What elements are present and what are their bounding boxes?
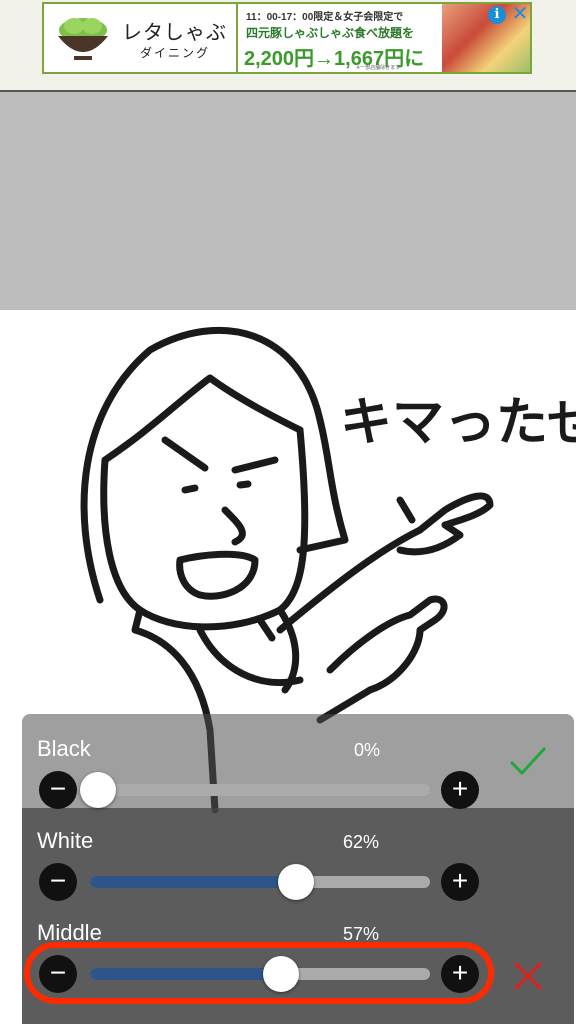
ad-offer-suffix: を xyxy=(402,26,415,40)
minus-icon: − xyxy=(49,865,67,896)
black-plus-button[interactable]: + xyxy=(441,771,479,809)
white-slider-fill xyxy=(90,876,297,888)
ad-offer-text: 四元豚しゃぶしゃぶ食べ放題 xyxy=(246,26,403,40)
ad-banner[interactable]: レタしゃぶ ダイニング 11：00-17：00限定＆女子会限定で 四元豚しゃぶし… xyxy=(42,2,532,74)
ad-brand-sub: ダイニング xyxy=(140,46,211,60)
plus-icon: + xyxy=(451,773,469,804)
lettuce-bowl-logo xyxy=(58,18,108,60)
white-minus-button[interactable]: − xyxy=(39,863,77,901)
white-percent: 62% xyxy=(343,832,380,852)
white-label: White xyxy=(37,828,94,853)
black-minus-button[interactable]: − xyxy=(39,771,77,809)
middle-slider-highlight xyxy=(24,942,494,1004)
cancel-x-icon[interactable] xyxy=(512,960,544,992)
white-plus-button[interactable]: + xyxy=(441,863,479,901)
minus-icon: − xyxy=(49,773,67,804)
sticker-caption: キマったぜ xyxy=(340,393,576,453)
ad-banner-area: レタしゃぶ ダイニング 11：00-17：00限定＆女子会限定で 四元豚しゃぶし… xyxy=(0,0,576,92)
ad-time-text: 11：00-17：00限定＆女子会限定で xyxy=(246,12,404,23)
ad-info-icon[interactable]: i xyxy=(488,6,506,24)
ad-close-icon[interactable]: ✕ xyxy=(510,4,530,24)
black-slider-knob[interactable] xyxy=(80,772,116,808)
ad-offer: 11：00-17：00限定＆女子会限定で 四元豚しゃぶしゃぶ食べ放題を 2,20… xyxy=(236,4,448,72)
ad-brand-name: レタしゃぶ xyxy=(122,22,227,44)
confirm-checkmark-icon[interactable] xyxy=(508,744,548,778)
black-slider-track[interactable] xyxy=(80,772,430,808)
black-percent: 0% xyxy=(354,740,381,760)
ad-offer-line: 四元豚しゃぶしゃぶ食べ放題を xyxy=(246,24,414,41)
levels-panel: Black 0% − + White 62% − + Middle 57% − … xyxy=(22,714,574,1024)
black-label: Black xyxy=(37,736,91,761)
plus-icon: + xyxy=(451,865,469,896)
ad-fine-print: ※一部店舗除きます xyxy=(356,65,401,71)
white-slider-track[interactable] xyxy=(90,864,430,900)
